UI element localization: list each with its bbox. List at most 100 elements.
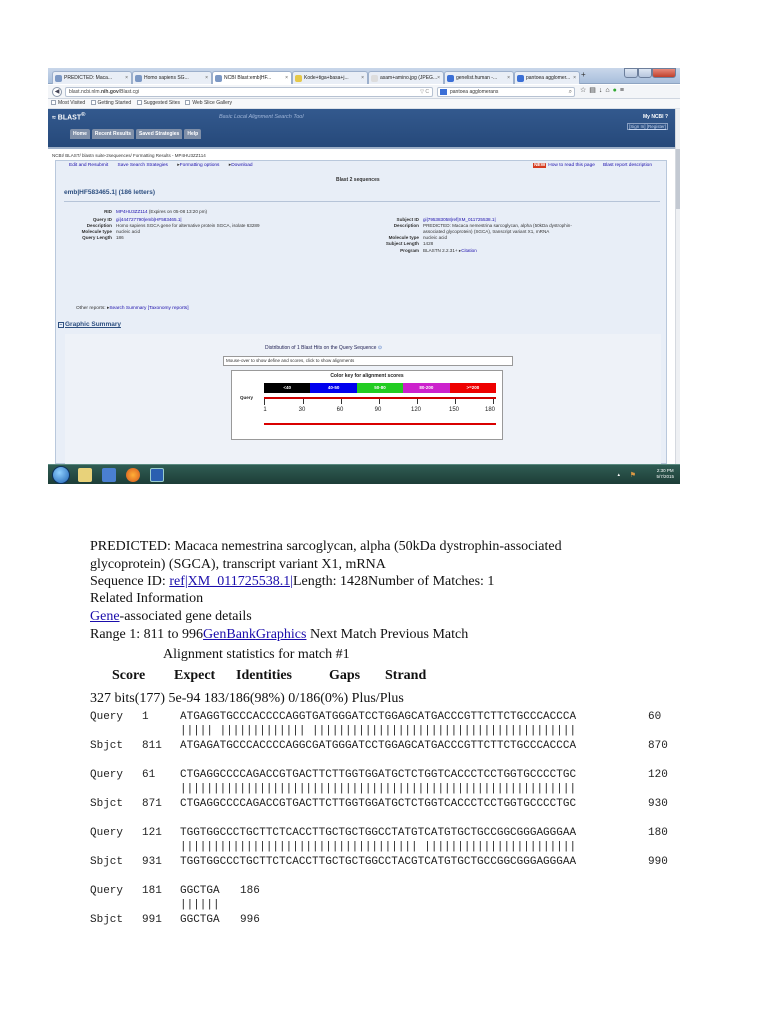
tray-flag-icon[interactable]: ⚑ xyxy=(630,471,636,479)
tab-bar: PREDICTED: Maca... × Homo sapiens SG... × … xyxy=(48,68,680,84)
subject-id-link[interactable]: gi|795383058|ref|XM_011725538.1| xyxy=(423,217,496,222)
color-key-cell: 40-50 xyxy=(310,383,357,393)
scrollbar-thumb[interactable] xyxy=(676,149,680,209)
firefox-icon[interactable] xyxy=(126,468,140,482)
nav-saved-strategies[interactable]: Saved Strategies xyxy=(136,129,183,139)
sequence-id-link[interactable]: ref|XM_011725538.1| xyxy=(169,574,293,589)
other-reports-label: Other reports: xyxy=(76,306,106,311)
subject-description-1: PREDICTED: Macaca nemestrina sarcoglycan… xyxy=(423,223,572,228)
formatting-options-link[interactable]: Formatting options xyxy=(180,163,220,168)
nav-help[interactable]: Help xyxy=(184,129,202,139)
close-tab-icon[interactable]: × xyxy=(437,72,440,84)
new-tab-button[interactable]: + xyxy=(581,70,586,79)
sign-in-link[interactable]: [Sign In] [Register] xyxy=(626,123,668,130)
graphic-summary-toggle[interactable]: − Graphic Summary xyxy=(56,321,666,331)
nav-home[interactable]: Home xyxy=(70,129,90,139)
search-input[interactable]: pantoea agglomerans ⌕ xyxy=(437,87,575,97)
tab-kode-tiga[interactable]: Kode+tiga+basa+j... × xyxy=(292,71,368,84)
bookmark-getting-started[interactable]: Getting Started xyxy=(90,99,131,108)
edit-resubmit-link[interactable]: Edit and Resubmit xyxy=(69,163,108,168)
magnifier-icon[interactable]: ⌕ xyxy=(569,88,572,96)
genbank-link[interactable]: GenBank xyxy=(203,627,256,642)
help-circle-icon[interactable]: ⊙ xyxy=(378,345,382,351)
tray-arrow-icon[interactable]: ▴ xyxy=(617,472,620,478)
subject-length: 1428 xyxy=(423,241,434,246)
bookmark-star-icon[interactable]: ☆ xyxy=(580,87,589,94)
download-link[interactable]: Download xyxy=(231,163,252,168)
bookmark-most-visited[interactable]: Most Visited xyxy=(51,99,85,108)
close-tab-icon[interactable]: × xyxy=(125,72,128,84)
blast-logo[interactable]: ≈ BLAST® xyxy=(52,112,85,121)
close-tab-icon[interactable]: × xyxy=(285,72,288,84)
tab-label: Kode+tiga+basa+j... xyxy=(304,75,349,81)
close-tab-icon[interactable]: × xyxy=(573,72,576,84)
tab-pantoea[interactable]: pantoea agglomer... × xyxy=(514,71,580,84)
rid-row: RID MP4HU3ZZ114 (Expires on 05-08 13:20 p… xyxy=(104,209,207,215)
addon-icon[interactable]: ● xyxy=(613,87,620,94)
tab-predicted[interactable]: PREDICTED: Maca... × xyxy=(52,71,132,84)
query-ticks xyxy=(264,399,496,405)
strand-header: Strand xyxy=(385,668,427,683)
report-description-link[interactable]: Blast report description xyxy=(603,163,652,168)
tab-genelist[interactable]: genelist.human -... × xyxy=(444,71,514,84)
subject-sequence: GGCTGA xyxy=(180,914,220,926)
gene-link[interactable]: Gene xyxy=(90,609,120,624)
seq-id-rest: Length: 1428Number of Matches: 1 xyxy=(293,574,495,589)
tick-label: 1 xyxy=(263,407,267,413)
result-actions: Edit and Resubmit Save Search Strategies… xyxy=(69,163,261,168)
close-tab-icon[interactable]: × xyxy=(361,72,364,84)
tab-asam-amino[interactable]: asam+amino.jpg (JPEG... × xyxy=(368,71,444,84)
bookmark-suggested-sites[interactable]: Suggested Sites xyxy=(136,99,180,108)
close-tab-icon[interactable]: × xyxy=(507,72,510,84)
menu-icon[interactable]: ≡ xyxy=(620,87,627,94)
blast-hit-bar[interactable] xyxy=(264,423,496,425)
how-to-read-link[interactable]: How to read this page xyxy=(548,163,595,168)
page-favicon-icon xyxy=(295,75,302,82)
tick xyxy=(303,399,304,404)
clock[interactable]: 2:30 PM 5/7/2015 xyxy=(656,468,674,480)
close-window-button[interactable] xyxy=(652,68,676,78)
explorer-icon[interactable] xyxy=(78,468,92,482)
blast2-label: Blast 2 sequences xyxy=(336,177,380,183)
page-scrollbar[interactable] xyxy=(675,109,680,464)
home-icon[interactable]: ⌂ xyxy=(605,87,612,94)
search-value: pantoea agglomerans xyxy=(450,89,499,95)
my-ncbi-link[interactable]: My NCBI ? xyxy=(643,114,668,120)
rid-link[interactable]: MP4HU3ZZ114 xyxy=(116,209,148,214)
subject-sequence: ATGAGATGCCCACCCCAGGCGATGGGATCCTGGAGCATGA… xyxy=(180,740,577,752)
tab-homo-sapiens[interactable]: Homo sapiens SG... × xyxy=(132,71,212,84)
blast-header: ≈ BLAST® Basic Local Alignment Search To… xyxy=(48,109,680,149)
subject-row: Sbjct 871 CTGAGGCCCCAGACCGTGACTTCTTGGTGGAT… xyxy=(90,797,680,811)
match-line: |||||| xyxy=(180,899,220,911)
minimize-button[interactable] xyxy=(624,68,638,78)
tab-ncbi-blast[interactable]: NCBI Blast:emb|HF... × xyxy=(212,71,292,84)
query-header: emb|HF583465.1| (186 letters) xyxy=(64,189,156,196)
tick xyxy=(341,399,342,404)
query-row: Query 1 ATGAGGTGCCCACCCCAGGTGATGGGATCCTGGA… xyxy=(90,710,680,724)
graphics-link[interactable]: Graphics xyxy=(256,627,307,642)
close-tab-icon[interactable]: × xyxy=(205,72,208,84)
bookmark-web-slice[interactable]: Web Slice Gallery xyxy=(185,99,232,108)
maximize-button[interactable] xyxy=(638,68,652,78)
back-arrow-icon[interactable]: ◀ xyxy=(52,87,62,97)
tick-label: 180 xyxy=(484,407,496,413)
gene-rest: -associated gene details xyxy=(119,609,252,624)
hit-description-field[interactable]: Mouse-over to show define and scores, cl… xyxy=(223,356,513,366)
address-bar[interactable]: blast.ncbi.nlm.nih.gov/Blast.cgi ▽ C xyxy=(65,87,433,97)
navigation-bar: ◀ blast.ncbi.nlm.nih.gov/Blast.cgi ▽ C p… xyxy=(48,85,680,99)
reload-icon[interactable]: ▽ C xyxy=(420,88,429,96)
word-icon[interactable] xyxy=(150,468,164,482)
query-id-link[interactable]: gi|444727790|emb|HF583465.1| xyxy=(116,217,182,222)
ncbi-favicon-icon xyxy=(55,75,62,82)
search-summary-link[interactable]: Search Summary [Taxonomy reports] xyxy=(109,306,188,311)
start-button[interactable] xyxy=(52,466,70,484)
library-icon[interactable]: ▤ xyxy=(589,87,599,94)
query-row: Query 181 GGCTGA 186 xyxy=(90,884,680,898)
save-strategies-link[interactable]: Save Search Strategies xyxy=(118,163,168,168)
media-player-icon[interactable] xyxy=(102,468,116,482)
nav-recent-results[interactable]: Recent Results xyxy=(91,129,135,139)
help-links: NEW How to read this page Blast report des… xyxy=(533,163,660,168)
subject-moltype: nucleic acid xyxy=(423,235,448,240)
citation-link[interactable]: Citation xyxy=(461,248,477,253)
match-line: ||||| ||||||||||||| ||||||||||||||||||||… xyxy=(180,725,577,737)
